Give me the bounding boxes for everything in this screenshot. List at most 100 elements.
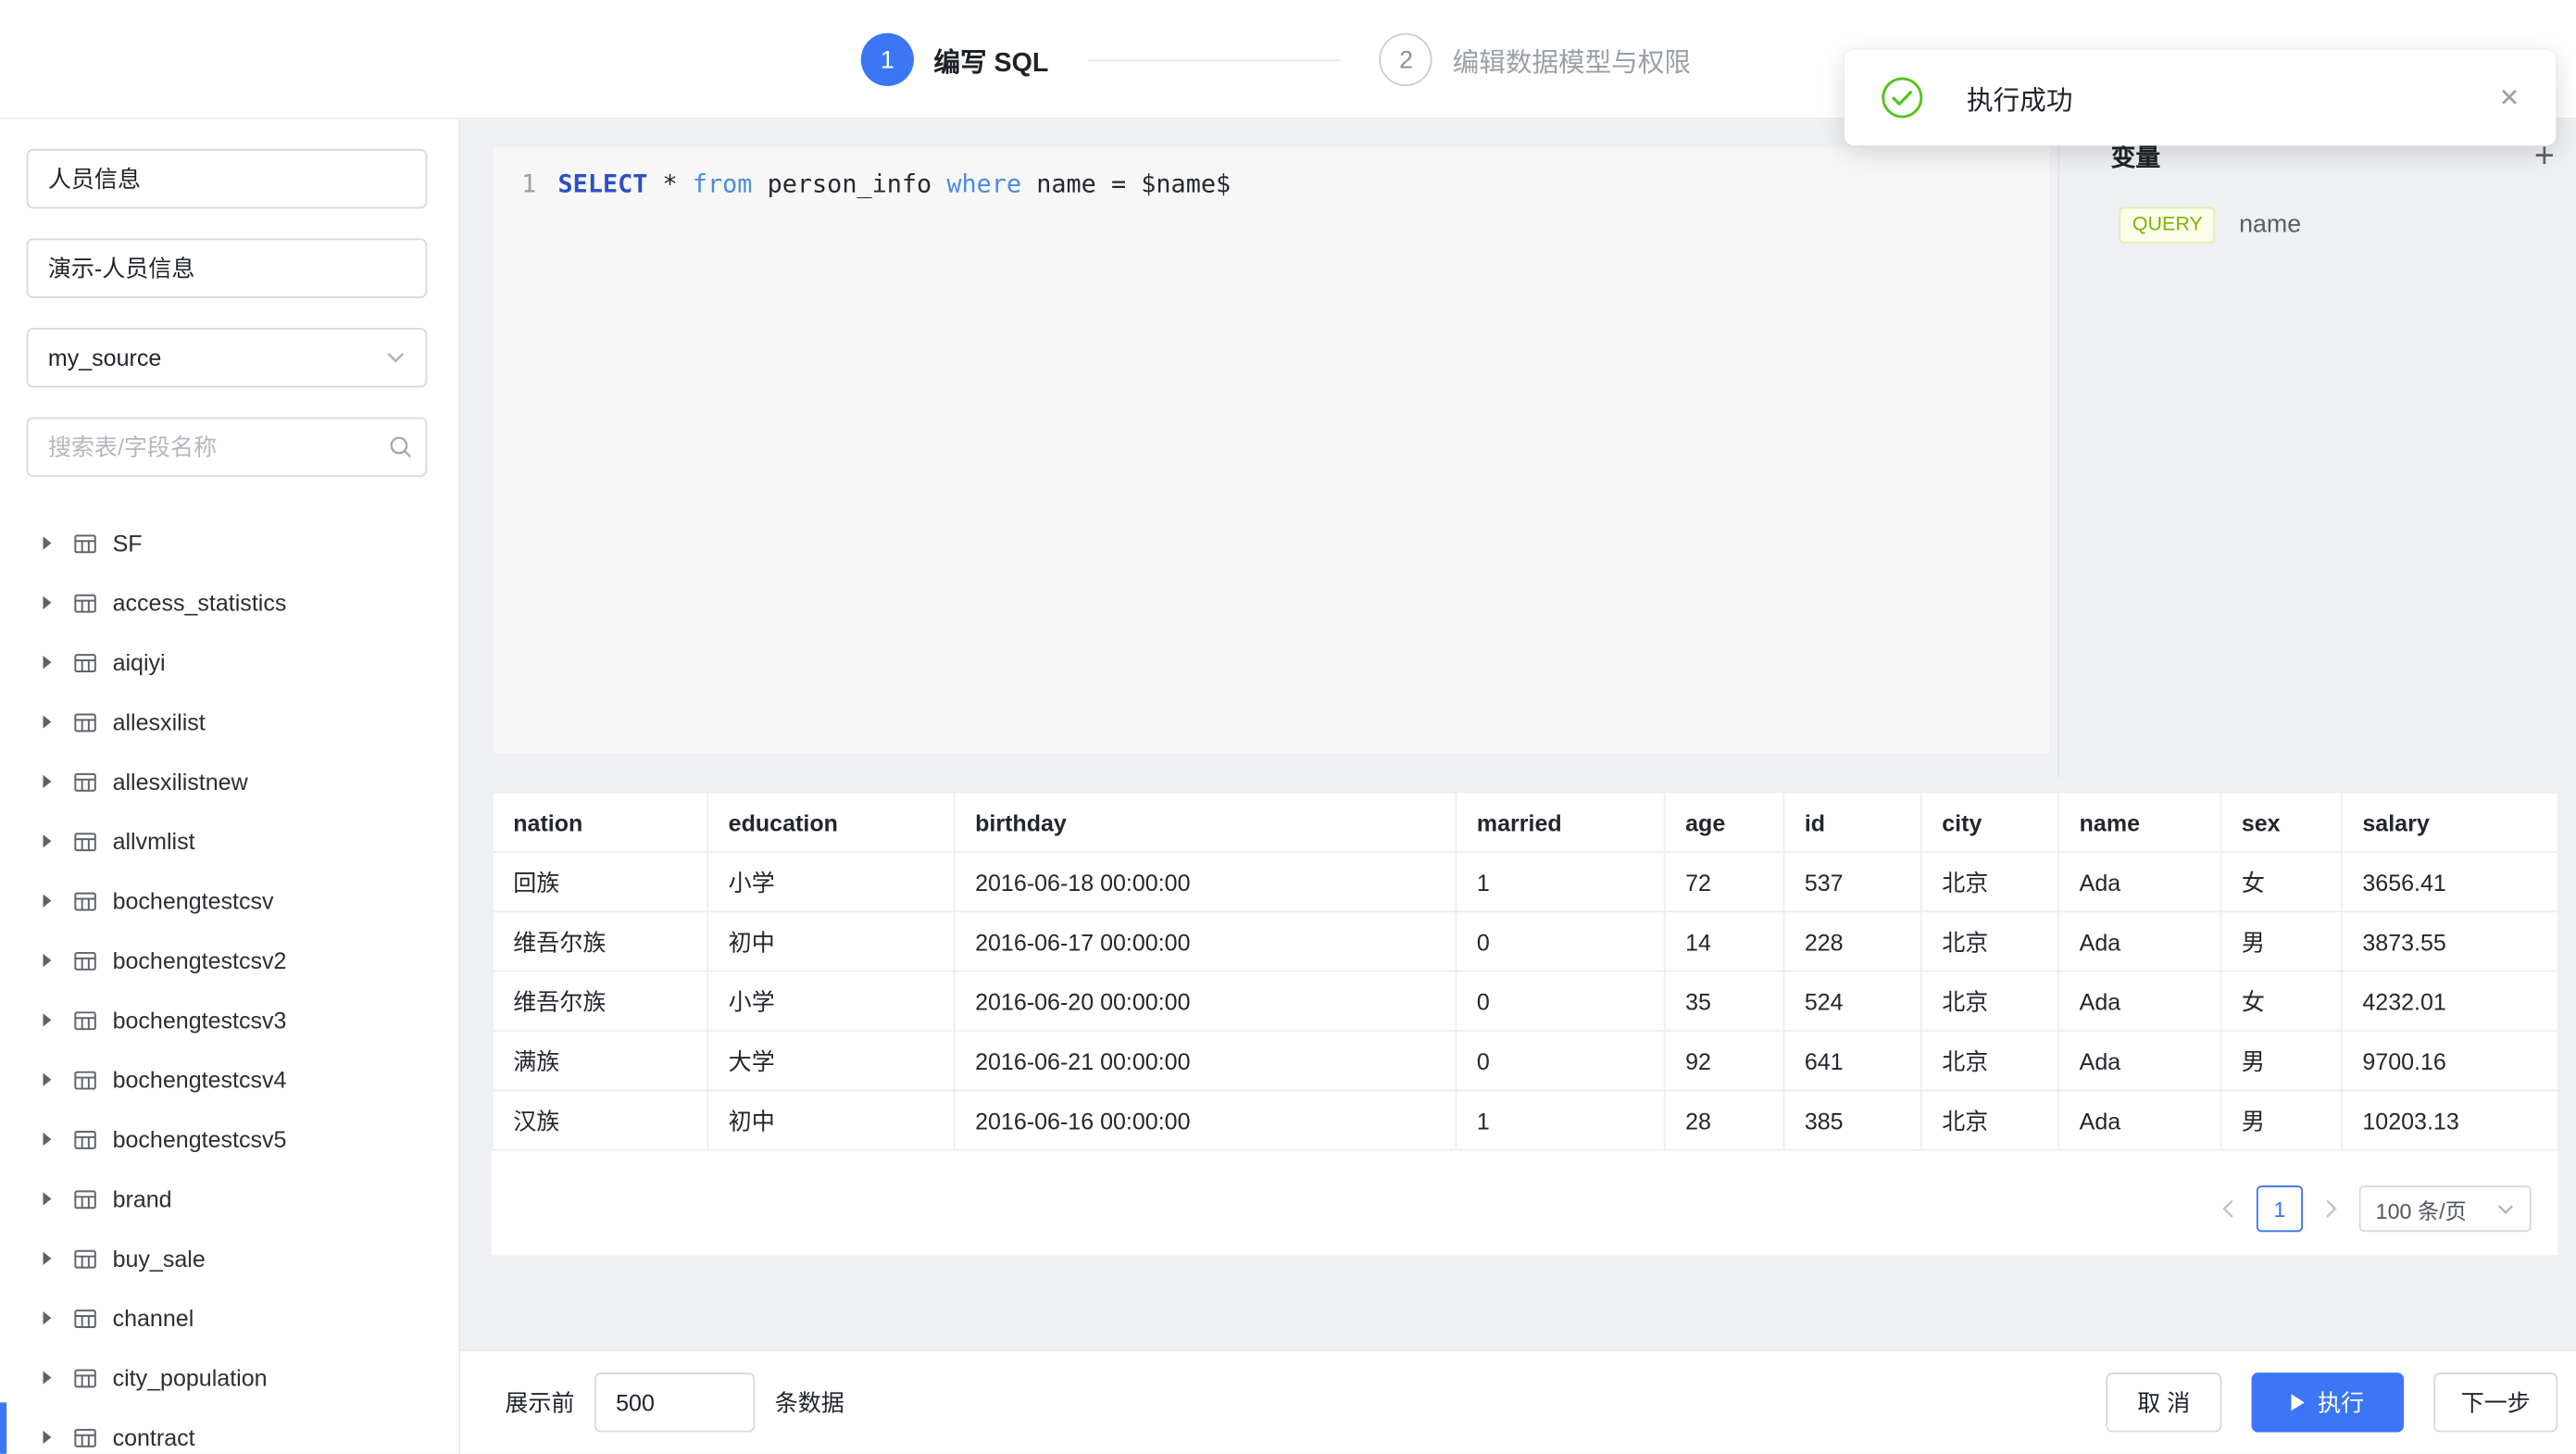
cancel-button[interactable]: 取 消: [2106, 1373, 2221, 1432]
caret-right-icon[interactable]: [43, 834, 51, 847]
variables-list: QUERYname: [2059, 207, 2576, 243]
close-icon[interactable]: ✕: [2499, 85, 2520, 110]
results-table: nationeducationbirthdaymarriedageidcityn…: [492, 792, 2559, 1151]
table-tree-item[interactable]: contract: [27, 1408, 432, 1454]
next-step-button[interactable]: 下一步: [2433, 1373, 2557, 1432]
table-cell: 北京: [1921, 971, 2058, 1031]
caret-right-icon[interactable]: [43, 715, 51, 728]
caret-right-icon[interactable]: [43, 1252, 51, 1265]
caret-right-icon[interactable]: [43, 954, 51, 967]
table-cell: 14: [1665, 911, 1784, 971]
table-cell: 0: [1456, 1031, 1664, 1090]
table-tree-item[interactable]: allesxilist: [27, 692, 432, 751]
table-tree-item[interactable]: buy_sale: [27, 1229, 432, 1288]
execute-button-label: 执行: [2318, 1385, 2364, 1419]
table-icon: [73, 1306, 98, 1331]
page-number-button[interactable]: 1: [2257, 1185, 2303, 1232]
sql-token: SELECT: [558, 169, 648, 198]
table-icon: [73, 531, 98, 556]
caret-right-icon[interactable]: [43, 656, 51, 669]
table-name: bochengtestcsv2: [113, 947, 287, 974]
column-header: sex: [2220, 793, 2342, 852]
table-name: city_population: [113, 1364, 268, 1391]
table-name: allvmlist: [113, 828, 195, 855]
table-cell: 28: [1665, 1090, 1784, 1149]
table-name: bochengtestcsv4: [113, 1066, 287, 1093]
table-name: brand: [113, 1185, 172, 1212]
table-cell: 385: [1783, 1090, 1920, 1149]
table-tree-item[interactable]: bochengtestcsv2: [27, 931, 432, 990]
table-cell: 537: [1783, 852, 1920, 911]
table-cell: 228: [1783, 911, 1920, 971]
table-cell: 2016-06-17 00:00:00: [955, 911, 1457, 971]
variables-panel: 变量 + QUERYname: [2059, 119, 2576, 779]
row-limit-input[interactable]: [594, 1373, 755, 1432]
table-tree-item[interactable]: allvmlist: [27, 811, 432, 871]
dataset-sql-editor-page: 1 编写 SQL 2 编辑数据模型与权限 执行成功 ✕ my_source: [0, 0, 2576, 1454]
caret-right-icon[interactable]: [43, 1133, 51, 1146]
table-name: contract: [113, 1424, 195, 1451]
caret-right-icon[interactable]: [43, 1192, 51, 1205]
table-cell: 回族: [493, 852, 707, 911]
table-cell: 0: [1456, 911, 1664, 971]
dataset-name-input[interactable]: [27, 149, 428, 208]
dataset-display-name-input[interactable]: [27, 238, 428, 297]
caret-right-icon[interactable]: [43, 1431, 51, 1444]
caret-right-icon[interactable]: [43, 596, 51, 609]
table-tree-item[interactable]: access_statistics: [27, 573, 432, 633]
caret-right-icon[interactable]: [43, 775, 51, 788]
table-tree-item[interactable]: bochengtestcsv5: [27, 1109, 432, 1169]
caret-right-icon[interactable]: [43, 1371, 51, 1384]
table-name: bochengtestcsv5: [113, 1126, 287, 1153]
caret-right-icon[interactable]: [43, 1013, 51, 1026]
table-icon: [73, 1008, 98, 1033]
datasource-select[interactable]: my_source: [27, 328, 428, 387]
table-tree-item[interactable]: aiqiyi: [27, 633, 432, 692]
limit-label-prefix: 展示前: [505, 1385, 574, 1419]
caret-right-icon[interactable]: [43, 894, 51, 907]
table-name: bochengtestcsv3: [113, 1007, 287, 1034]
variable-item[interactable]: QUERYname: [2120, 207, 2576, 243]
next-page-icon[interactable]: [2320, 1197, 2343, 1221]
table-icon: [73, 948, 98, 973]
table-cell: 3873.55: [2342, 911, 2558, 971]
table-cell: 北京: [1921, 852, 2058, 911]
sql-code-line-wrap: 1 SELECT * from person_info where name =…: [510, 168, 2050, 203]
table-cell: 男: [2220, 1090, 2342, 1149]
scrollbar-thumb[interactable]: [0, 1402, 6, 1453]
pagination: 1 100 条/页: [2217, 1185, 2532, 1232]
table-tree-item[interactable]: bochengtestcsv: [27, 871, 432, 930]
table-name: allesxilist: [113, 708, 206, 735]
caret-right-icon[interactable]: [43, 1073, 51, 1086]
line-number: 1: [510, 168, 537, 203]
table-tree-item[interactable]: allesxilistnew: [27, 752, 432, 811]
prev-page-icon[interactable]: [2217, 1197, 2240, 1221]
column-header: age: [1665, 793, 1784, 852]
table-name: aiqiyi: [113, 649, 166, 676]
table-tree-item[interactable]: brand: [27, 1169, 432, 1228]
execute-button[interactable]: 执行: [2252, 1373, 2404, 1432]
sql-editor[interactable]: 1 SELECT * from person_info where name =…: [492, 145, 2051, 755]
table-name: channel: [113, 1305, 194, 1332]
search-input[interactable]: [27, 418, 428, 477]
step-connector-line: [1088, 58, 1340, 60]
table-tree-item[interactable]: bochengtestcsv4: [27, 1050, 432, 1109]
search-icon: [387, 433, 414, 465]
table-name: buy_sale: [113, 1246, 206, 1272]
variable-type-tag: QUERY: [2120, 207, 2217, 243]
caret-right-icon[interactable]: [43, 536, 51, 549]
table-cell: 女: [2220, 852, 2342, 911]
table-cell: 4232.01: [2342, 971, 2558, 1031]
table-cell: 初中: [707, 911, 954, 971]
table-cell: 维吾尔族: [493, 971, 707, 1031]
caret-right-icon[interactable]: [43, 1311, 51, 1324]
page-size-select[interactable]: 100 条/页: [2359, 1185, 2532, 1232]
table-tree-item[interactable]: city_population: [27, 1347, 432, 1407]
table-tree-item[interactable]: channel: [27, 1288, 432, 1347]
table-tree-item[interactable]: bochengtestcsv3: [27, 990, 432, 1049]
table-icon: [73, 769, 98, 794]
table-cell: 2016-06-20 00:00:00: [955, 971, 1457, 1031]
table-tree-item[interactable]: SF: [27, 513, 432, 572]
column-header: birthday: [955, 793, 1457, 852]
table-cell: 10203.13: [2342, 1090, 2558, 1149]
